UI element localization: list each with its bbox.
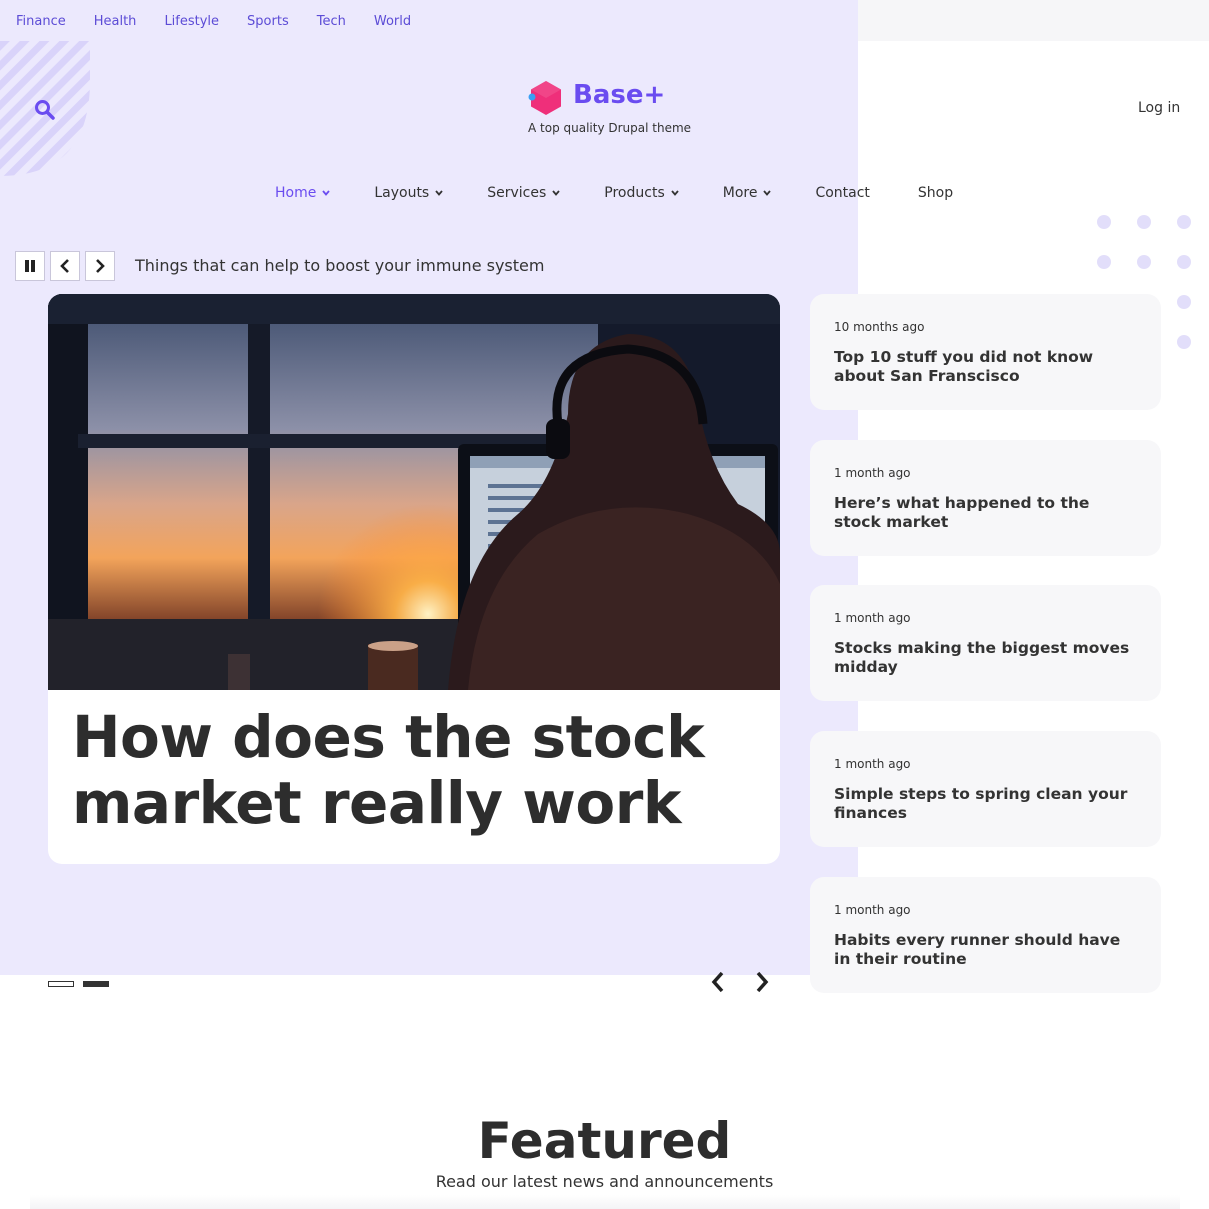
chevron-down-icon xyxy=(322,190,331,196)
decorative-dot xyxy=(1137,215,1151,229)
nav-item-label: Layouts xyxy=(374,185,430,201)
nav-item-shop[interactable]: Shop xyxy=(918,185,953,201)
nav-item-label: More xyxy=(722,185,758,201)
hero-title: How does the stock market really work xyxy=(72,703,705,837)
decorative-dot xyxy=(1177,335,1191,349)
chevron-left-icon xyxy=(711,971,724,993)
chevron-right-icon xyxy=(96,259,105,273)
article-card[interactable]: 1 month ago Simple steps to spring clean… xyxy=(810,731,1161,847)
carousel-arrows xyxy=(708,970,772,994)
login-link[interactable]: Log in xyxy=(1138,100,1180,116)
nav-item-layouts[interactable]: Layouts xyxy=(374,185,443,201)
nav-item-label: Products xyxy=(604,185,665,201)
carousel-indicator-2[interactable] xyxy=(83,981,109,987)
decorative-dot xyxy=(1177,255,1191,269)
site-name: Base+ xyxy=(573,80,666,110)
ticker-next-button[interactable] xyxy=(85,251,115,281)
article-date: 10 months ago xyxy=(834,320,925,334)
article-date: 1 month ago xyxy=(834,466,911,480)
nav-item-label: Home xyxy=(275,185,317,201)
article-date: 1 month ago xyxy=(834,611,911,625)
chevron-down-icon xyxy=(552,190,560,196)
article-title: Simple steps to spring clean your financ… xyxy=(834,785,1128,822)
article-title: Stocks making the biggest moves midday xyxy=(834,639,1130,676)
topbar-link-tech[interactable]: Tech xyxy=(317,14,346,29)
article-card[interactable]: 1 month ago Stocks making the biggest mo… xyxy=(810,585,1161,701)
nav-item-label: Services xyxy=(487,185,547,201)
article-card[interactable]: 1 month ago Here’s what happened to the … xyxy=(810,440,1161,556)
nav-item-home[interactable]: Home xyxy=(275,185,331,201)
nav-item-more[interactable]: More xyxy=(723,185,772,201)
topbar-background xyxy=(858,0,1209,41)
decorative-dot xyxy=(1177,295,1191,309)
article-date: 1 month ago xyxy=(834,903,911,917)
chevron-left-icon xyxy=(60,259,69,273)
chevron-down-icon xyxy=(435,190,443,196)
article-date: 1 month ago xyxy=(834,757,911,771)
topbar-link-world[interactable]: World xyxy=(374,14,411,29)
search-icon xyxy=(35,100,55,120)
logo-mark-icon xyxy=(528,81,561,115)
hero-slide[interactable]: How does the stock market really work xyxy=(48,294,780,864)
ticker-prev-button[interactable] xyxy=(50,251,80,281)
site-slogan: A top quality Drupal theme xyxy=(528,121,692,135)
chevron-down-icon xyxy=(763,190,772,196)
decorative-dot xyxy=(1097,255,1111,269)
article-title: Habits every runner should have in their… xyxy=(834,931,1121,968)
nav-item-services[interactable]: Services xyxy=(487,185,560,201)
nav-item-label: Contact xyxy=(815,185,870,201)
carousel-indicators xyxy=(48,981,109,987)
topbar-link-sports[interactable]: Sports xyxy=(247,14,289,29)
topbar-nav: Finance Health Lifestyle Sports Tech Wor… xyxy=(16,14,411,29)
topbar-link-finance[interactable]: Finance xyxy=(16,14,66,29)
chevron-down-icon xyxy=(671,190,679,196)
nav-item-contact[interactable]: Contact xyxy=(815,185,869,201)
ticker-headline[interactable]: Things that can help to boost your immun… xyxy=(135,256,544,275)
main-nav: Home Layouts Services Products More Cont… xyxy=(275,185,953,201)
decorative-dot xyxy=(1137,255,1151,269)
article-card[interactable]: 10 months ago Top 10 stuff you did not k… xyxy=(810,294,1161,410)
nav-item-label: Shop xyxy=(917,185,954,201)
hero-image xyxy=(48,294,780,690)
decorative-dot xyxy=(1097,215,1111,229)
article-title: Here’s what happened to the stock market xyxy=(834,494,1090,531)
ticker-pause-button[interactable] xyxy=(15,251,45,281)
carousel-prev-button[interactable] xyxy=(708,970,728,994)
chevron-right-icon xyxy=(756,971,769,993)
article-card[interactable]: 1 month ago Habits every runner should h… xyxy=(810,877,1161,993)
pause-icon xyxy=(25,260,35,272)
decorative-dot xyxy=(1177,215,1191,229)
section-fade xyxy=(30,1195,1180,1209)
featured-title: Featured xyxy=(477,1112,732,1170)
carousel-next-button[interactable] xyxy=(752,970,772,994)
ticker-controls xyxy=(15,251,115,281)
topbar-link-health[interactable]: Health xyxy=(94,14,137,29)
featured-subtitle: Read our latest news and announcements xyxy=(435,1172,774,1191)
topbar-link-lifestyle[interactable]: Lifestyle xyxy=(164,14,219,29)
nav-item-products[interactable]: Products xyxy=(604,185,679,201)
carousel-indicator-1[interactable] xyxy=(48,981,74,987)
search-button[interactable] xyxy=(34,99,56,121)
article-title: Top 10 stuff you did not know about San … xyxy=(834,348,1094,385)
